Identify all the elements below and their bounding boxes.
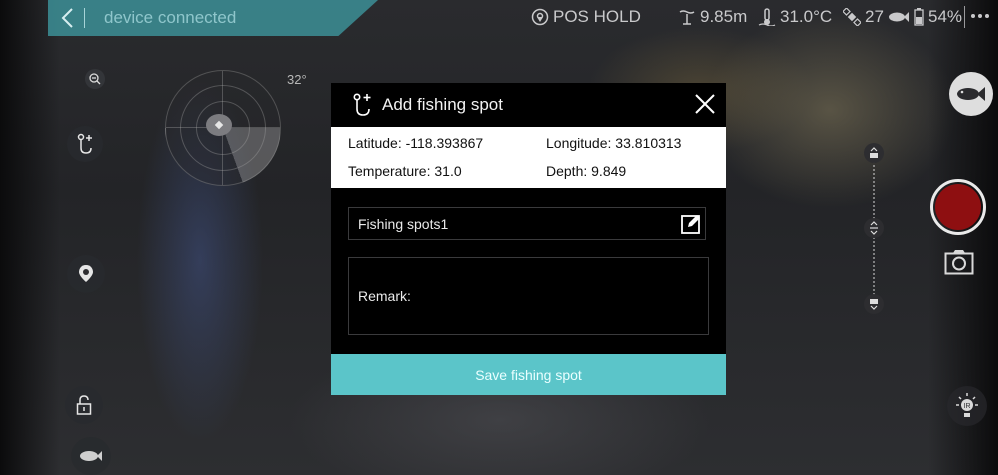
lock-button[interactable] bbox=[65, 386, 103, 424]
more-dots-icon bbox=[971, 14, 989, 18]
camera-up-icon bbox=[870, 147, 878, 158]
lock-icon bbox=[76, 395, 92, 415]
sonar-button[interactable] bbox=[71, 437, 111, 475]
record-indicator bbox=[935, 184, 981, 230]
more-button[interactable] bbox=[968, 4, 998, 32]
svg-text:IR: IR bbox=[964, 403, 971, 410]
hook-plus-icon bbox=[77, 133, 92, 154]
satellite-indicator: 27 bbox=[843, 7, 884, 27]
chevron-left-icon bbox=[61, 8, 73, 28]
remark-field[interactable]: Remark: bbox=[348, 257, 709, 335]
tilt-up-button[interactable] bbox=[864, 143, 884, 163]
temperature-text: 31.0°C bbox=[780, 7, 833, 26]
satellite-count: 27 bbox=[865, 7, 884, 26]
ir-light-button[interactable]: IR bbox=[947, 386, 987, 426]
dialog-title: Add fishing spot bbox=[382, 95, 503, 114]
tilt-center-button[interactable] bbox=[864, 218, 884, 238]
battery-percent: 54% bbox=[928, 7, 963, 26]
dialog-header: Add fishing spot bbox=[331, 83, 726, 127]
location-pin-icon bbox=[79, 265, 93, 282]
latitude-text: Latitude: -118.393867 bbox=[348, 135, 484, 151]
depth-text: Depth: 9.849 bbox=[546, 163, 627, 179]
battery-indicator: 54% bbox=[888, 7, 962, 27]
thermometer-icon bbox=[758, 8, 776, 26]
spot-info-panel: Latitude: -118.393867 Longitude: 33.8103… bbox=[331, 127, 726, 188]
add-fishing-spot-button[interactable] bbox=[67, 126, 103, 162]
edge-shade-left bbox=[0, 0, 60, 475]
tilt-center-icon bbox=[870, 221, 878, 235]
camera-down-icon bbox=[870, 299, 878, 310]
hook-plus-icon bbox=[353, 93, 371, 116]
remark-label: Remark: bbox=[358, 288, 411, 304]
mode-indicator: POS HOLD bbox=[531, 7, 641, 27]
top-status-bar: device connected POS HOLD 9.85m 31.0°C 2… bbox=[0, 0, 998, 36]
compass-marker bbox=[206, 114, 232, 136]
fish-icon bbox=[889, 12, 909, 22]
waypoint-button[interactable] bbox=[67, 255, 105, 293]
fish-icon bbox=[80, 451, 102, 461]
spot-name-value: Fishing spots1 bbox=[358, 216, 449, 232]
fish-finder-button[interactable] bbox=[949, 72, 993, 116]
temperature-text: Temperature: 31.0 bbox=[348, 163, 462, 179]
add-fishing-spot-dialog: Add fishing spot Latitude: -118.393867 L… bbox=[331, 83, 726, 395]
zoom-out-icon bbox=[89, 73, 101, 85]
drone-marker-icon bbox=[214, 120, 224, 130]
save-fishing-spot-button[interactable]: Save fishing spot bbox=[331, 354, 726, 395]
fish-icon bbox=[957, 87, 985, 101]
top-separator bbox=[964, 6, 965, 28]
longitude-text: Longitude: 33.810313 bbox=[546, 135, 682, 151]
camera-icon[interactable] bbox=[944, 249, 974, 275]
back-button[interactable] bbox=[52, 4, 82, 32]
zoom-out-button[interactable] bbox=[85, 69, 105, 89]
heading-label: 32° bbox=[287, 72, 307, 87]
edit-icon[interactable] bbox=[680, 213, 702, 235]
location-pin-icon bbox=[531, 8, 549, 26]
battery-icon bbox=[914, 8, 924, 26]
depth-waves-icon bbox=[679, 10, 695, 25]
record-button[interactable] bbox=[930, 179, 986, 235]
ir-light-icon: IR bbox=[956, 393, 978, 417]
satellite-icon bbox=[843, 8, 861, 26]
tab-divider bbox=[84, 8, 85, 28]
depth-indicator: 9.85m bbox=[678, 7, 747, 27]
close-icon[interactable] bbox=[692, 91, 718, 117]
temperature-indicator: 31.0°C bbox=[758, 7, 832, 27]
spot-name-field[interactable]: Fishing spots1 bbox=[348, 207, 706, 240]
mode-text: POS HOLD bbox=[553, 7, 641, 26]
depth-text: 9.85m bbox=[700, 7, 748, 26]
device-status-text: device connected bbox=[104, 8, 237, 27]
tilt-down-button[interactable] bbox=[864, 294, 884, 314]
